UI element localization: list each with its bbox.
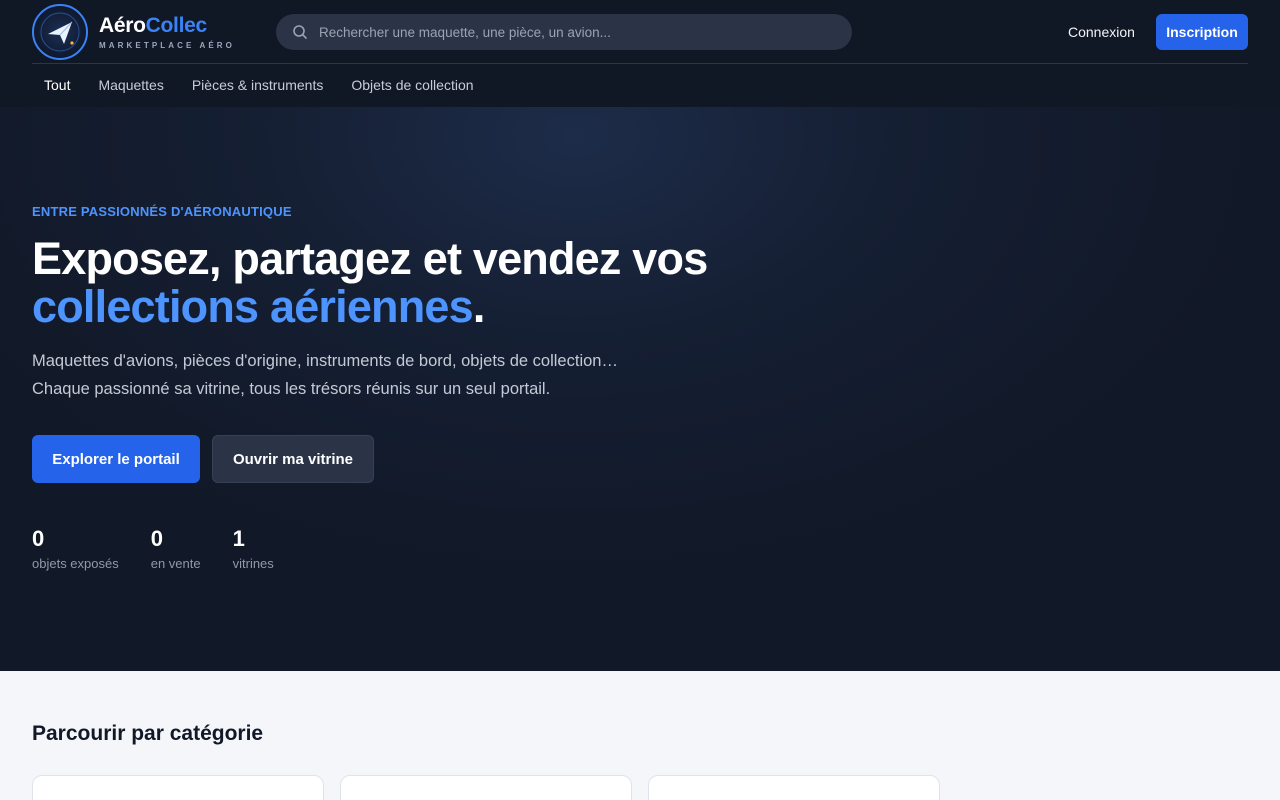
hero-section: ENTRE PASSIONNÉS D'AÉRONAUTIQUE Exposez,… — [0, 107, 1280, 671]
stat-for-sale: 0 en vente — [151, 526, 201, 571]
search-bar[interactable] — [276, 14, 852, 50]
category-nav: Tout Maquettes Pièces & instruments Obje… — [32, 74, 490, 96]
lead-line2: Chaque passionné sa vitrine, tous les tr… — [32, 380, 551, 398]
category-card[interactable] — [648, 775, 940, 800]
category-card[interactable] — [340, 775, 632, 800]
search-icon — [293, 25, 307, 39]
stat-value: 0 — [150, 526, 163, 551]
tab-pieces-instruments[interactable]: Pièces & instruments — [180, 74, 336, 96]
explore-portal-button[interactable]: Explorer le portail — [32, 435, 200, 483]
brand-name: AéroCollec — [99, 14, 207, 37]
brand[interactable]: AéroCollec MARKETPLACE AÉRO — [99, 14, 235, 50]
lead-line1: Maquettes d'avions, pièces d'origine, in… — [32, 352, 618, 370]
plane-logo-icon[interactable] — [32, 4, 88, 60]
signup-button[interactable]: Inscription — [1156, 14, 1248, 50]
hero-description: Maquettes d'avions, pièces d'origine, in… — [32, 347, 618, 403]
stat-label: vitrines — [232, 556, 274, 571]
tab-objets-collection[interactable]: Objets de collection — [339, 74, 485, 96]
brand-tagline: MARKETPLACE AÉRO — [99, 41, 235, 50]
stat-value: 1 — [232, 526, 245, 551]
open-showcase-button[interactable]: Ouvrir ma vitrine — [212, 435, 374, 483]
hero-headline: Exposez, partagez et vendez vos collecti… — [32, 233, 708, 332]
hero-eyebrow: ENTRE PASSIONNÉS D'AÉRONAUTIQUE — [32, 204, 292, 219]
headline-highlight: collections aériennes — [32, 281, 474, 332]
stat-showcases: 1 vitrines — [233, 526, 274, 571]
stat-label: en vente — [150, 556, 201, 571]
category-cards — [32, 775, 956, 800]
categories-title: Parcourir par catégorie — [32, 722, 264, 745]
tab-maquettes[interactable]: Maquettes — [86, 74, 175, 96]
stat-value: 0 — [32, 526, 45, 551]
hero-stats: 0 objets exposés 0 en vente 1 vitrines — [32, 526, 306, 571]
login-button[interactable]: Connexion — [1060, 14, 1143, 50]
tab-tout[interactable]: Tout — [32, 74, 82, 96]
stat-items-exposed: 0 objets exposés — [32, 526, 119, 571]
header-divider — [32, 63, 1248, 64]
top-header: AéroCollec MARKETPLACE AÉRO Connexion In… — [0, 0, 1280, 107]
category-card[interactable] — [32, 775, 324, 800]
search-input[interactable] — [319, 14, 839, 50]
headline-line1: Exposez, partagez et vendez vos — [32, 233, 708, 284]
headline-end: . — [472, 281, 485, 332]
stat-label: objets exposés — [32, 556, 119, 571]
